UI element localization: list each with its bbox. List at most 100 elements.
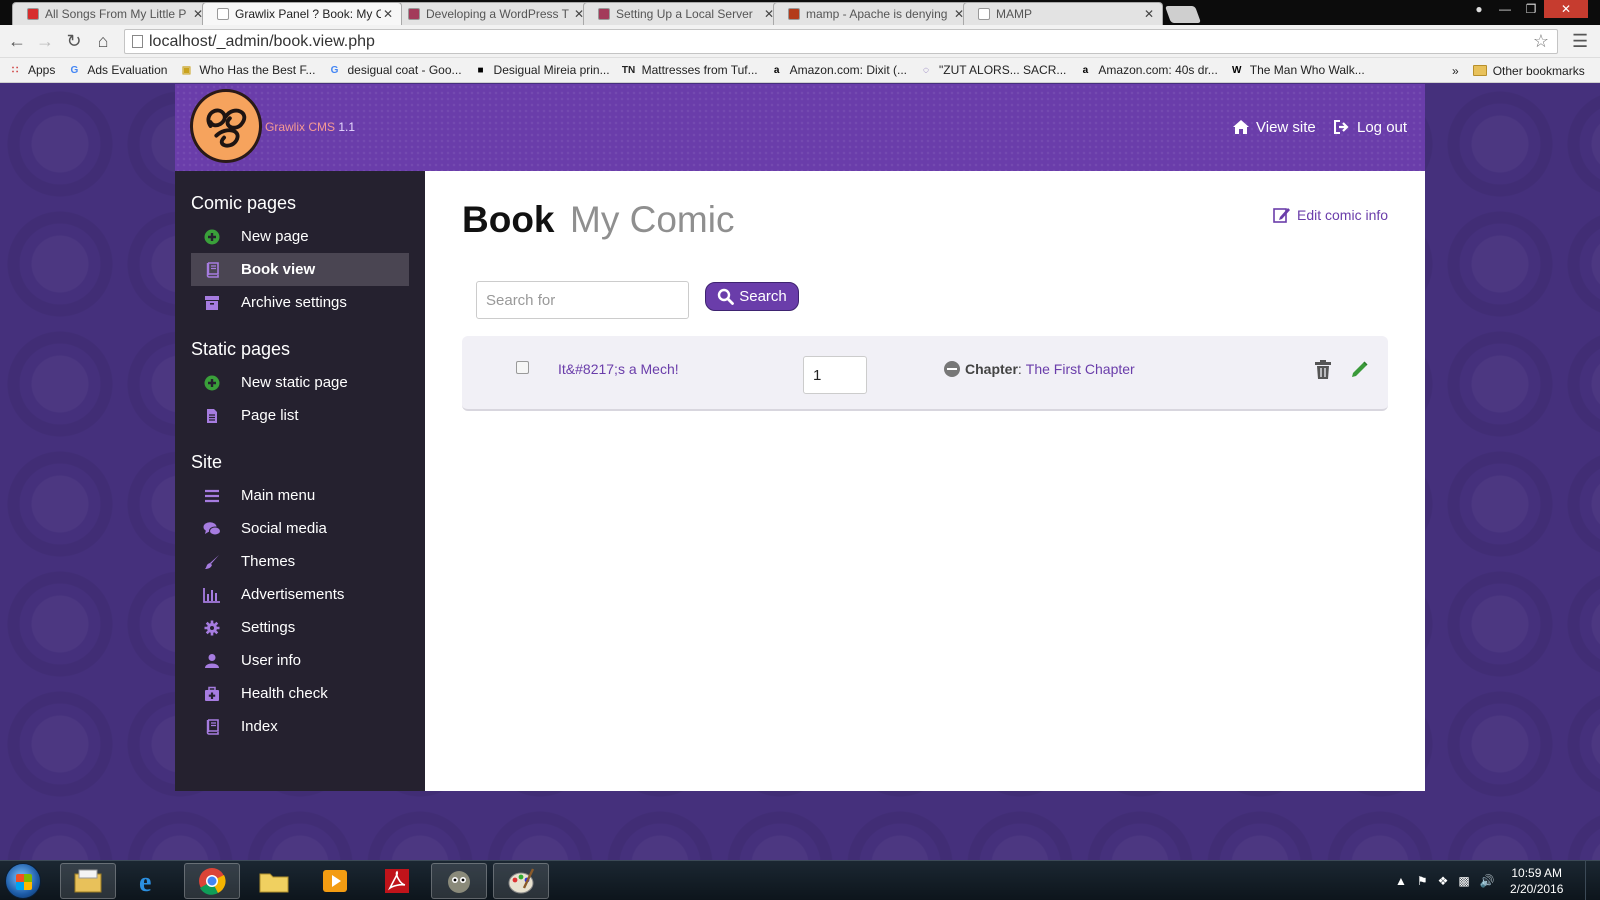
windows-taskbar: e ▲ ⚑ ❖ ▩ 🔊 10:59 AM 2/20/2016 [0,860,1600,900]
sidebar-item-settings[interactable]: Settings [191,611,409,644]
file-explorer-icon[interactable] [60,863,116,899]
minimize-icon[interactable]: — [1492,0,1518,18]
bookmark-item[interactable]: Gdesigual coat - Goo... [327,63,462,77]
acrobat-icon[interactable] [369,863,425,899]
start-button[interactable] [5,863,41,899]
user-icon[interactable]: ● [1466,0,1492,18]
paint-icon[interactable] [493,863,549,899]
trash-icon[interactable] [1314,360,1332,380]
bookmark-item[interactable]: W The Man Who Walk... [1230,63,1365,77]
show-desktop-button[interactable] [1585,861,1600,900]
page-row-title-link[interactable]: It&#8217;s a Mech! [558,361,679,377]
page-row-sort-input[interactable] [803,356,867,394]
medkit-icon [203,685,221,703]
bookmark-label: Ads Evaluation [87,63,168,77]
action-center-flag-icon[interactable]: ⚑ [1417,874,1428,888]
chapter-name-link[interactable]: The First Chapter [1026,361,1135,377]
admin-sidebar: Comic pages New page Book view Archive sett… [175,171,425,791]
pencil-icon[interactable] [1350,359,1370,379]
browser-tab[interactable]: mamp - Apache is denying ✕ [773,2,973,25]
forward-icon[interactable]: → [34,30,56,52]
sidebar-item-label: New static page [241,374,348,391]
bookmark-item[interactable]: a Amazon.com: Dixit (... [770,63,907,77]
chapter-colon: : [1017,361,1022,377]
bookmark-item[interactable]: ◌ "ZUT ALORS... SACR... [919,63,1066,77]
restore-icon[interactable]: ❐ [1518,0,1544,18]
sidebar-item-index[interactable]: Index [191,710,409,743]
address-bar[interactable]: localhost/_admin/book.view.php ☆ [124,29,1558,54]
bookmark-label: Desigual Mireia prin... [493,63,610,77]
sidebar-item-user-info[interactable]: User info [191,644,409,677]
internet-explorer-icon[interactable]: e [122,863,178,899]
sidebar-item-new-static-page[interactable]: New static page [191,366,409,399]
folder-icon[interactable] [246,863,302,899]
bookmark-item[interactable]: TN Mattresses from Tuf... [622,63,758,77]
gimp-icon[interactable] [431,863,487,899]
sidebar-item-label: Social media [241,520,327,537]
page-row: It&#8217;s a Mech! Chapter : The First C… [462,336,1388,411]
grawlix-logo[interactable] [190,89,262,163]
browser-tab[interactable]: Setting Up a Local Server ✕ [583,2,783,25]
tn-icon: TN [621,64,636,76]
dropbox-icon[interactable]: ❖ [1438,874,1449,888]
page-row-checkbox[interactable] [516,361,529,374]
sidebar-heading: Site [191,452,223,472]
view-site-link[interactable]: View site [1232,118,1316,136]
edit-icon [1273,208,1290,223]
sidebar-item-main-menu[interactable]: Main menu [191,479,409,512]
bookmark-item[interactable]: G Ads Evaluation [67,63,167,77]
new-tab-button[interactable] [1164,6,1202,23]
show-hidden-icons-icon[interactable]: ▲ [1395,874,1407,888]
browser-tab-title: MAMP [996,7,1032,21]
sidebar-item-advertisements[interactable]: Advertisements [191,578,409,611]
close-window-icon[interactable]: ✕ [1544,0,1588,18]
sidebar-item-social-media[interactable]: Social media [191,512,409,545]
bookmark-item[interactable]: ∷ Apps [8,63,56,77]
sidebar-sections: Comic pages New page Book view Archive sett… [175,193,425,743]
sidebar-heading: Static pages [191,339,291,359]
sidebar-item-health-check[interactable]: Health check [191,677,409,710]
cms-header: Grawlix CMS 1.1 View site Log out [175,84,1425,171]
log-out-link[interactable]: Log out [1333,118,1407,136]
archive-icon [203,294,221,312]
volume-icon[interactable]: 🔊 [1480,874,1495,888]
edit-comic-info-link[interactable]: Edit comic info [1273,206,1388,223]
other-bookmarks[interactable]: Other bookmarks [1493,64,1585,78]
browser-tab[interactable]: MAMP ✕ [963,2,1163,25]
browser-tab[interactable]: Developing a WordPress T ✕ [393,2,593,25]
browser-tab[interactable]: Grawlix Panel ? Book: My C ✕ [202,2,402,25]
clock-time: 10:59 AM [1511,866,1563,880]
sidebar-item-book-view[interactable]: Book view [191,253,409,286]
bookmark-star-icon[interactable]: ☆ [1533,31,1549,52]
browser-tab[interactable]: All Songs From My Little P ✕ [12,2,212,25]
close-tab-icon[interactable]: ✕ [1142,7,1156,21]
home-icon[interactable]: ⌂ [92,30,114,52]
bookmark-item[interactable]: ■ Desigual Mireia prin... [474,63,610,77]
sidebar-item-page-list[interactable]: Page list [191,399,409,432]
address-url: localhost/_admin/book.view.php [149,32,375,50]
sidebar-item-new-page[interactable]: New page [191,220,409,253]
bookmarks-overflow-chevron-icon[interactable]: » [1452,64,1459,78]
network-signal-icon[interactable]: ▩ [1458,874,1469,888]
sidebar-item-themes[interactable]: Themes [191,545,409,578]
browser-menu-icon[interactable]: ☰ [1572,31,1588,52]
page-icon [217,8,229,20]
brand-label: Grawlix CMS 1.1 [265,120,355,134]
media-player-icon[interactable] [307,863,363,899]
file-icon [203,407,221,425]
sidebar-item-archive-settings[interactable]: Archive settings [191,286,409,319]
bookmark-item[interactable]: a Amazon.com: 40s dr... [1078,63,1218,77]
clock-date: 2/20/2016 [1510,882,1564,896]
chrome-icon[interactable] [184,863,240,899]
search-input[interactable] [476,281,689,319]
close-tab-icon[interactable]: ✕ [381,7,395,21]
page-title: Book [462,199,555,240]
taskbar-clock[interactable]: 10:59 AM 2/20/2016 [1510,865,1563,897]
bookmark-item[interactable]: ▣ Who Has the Best F... [179,63,316,77]
back-icon[interactable]: ← [6,30,28,52]
reload-icon[interactable]: ↻ [63,30,85,52]
page-row-chapter: Chapter : The First Chapter [944,361,1135,377]
sidebar-item-label: Book view [241,261,316,278]
search-button[interactable]: Search [705,282,799,311]
paintbrush-icon [203,553,221,571]
